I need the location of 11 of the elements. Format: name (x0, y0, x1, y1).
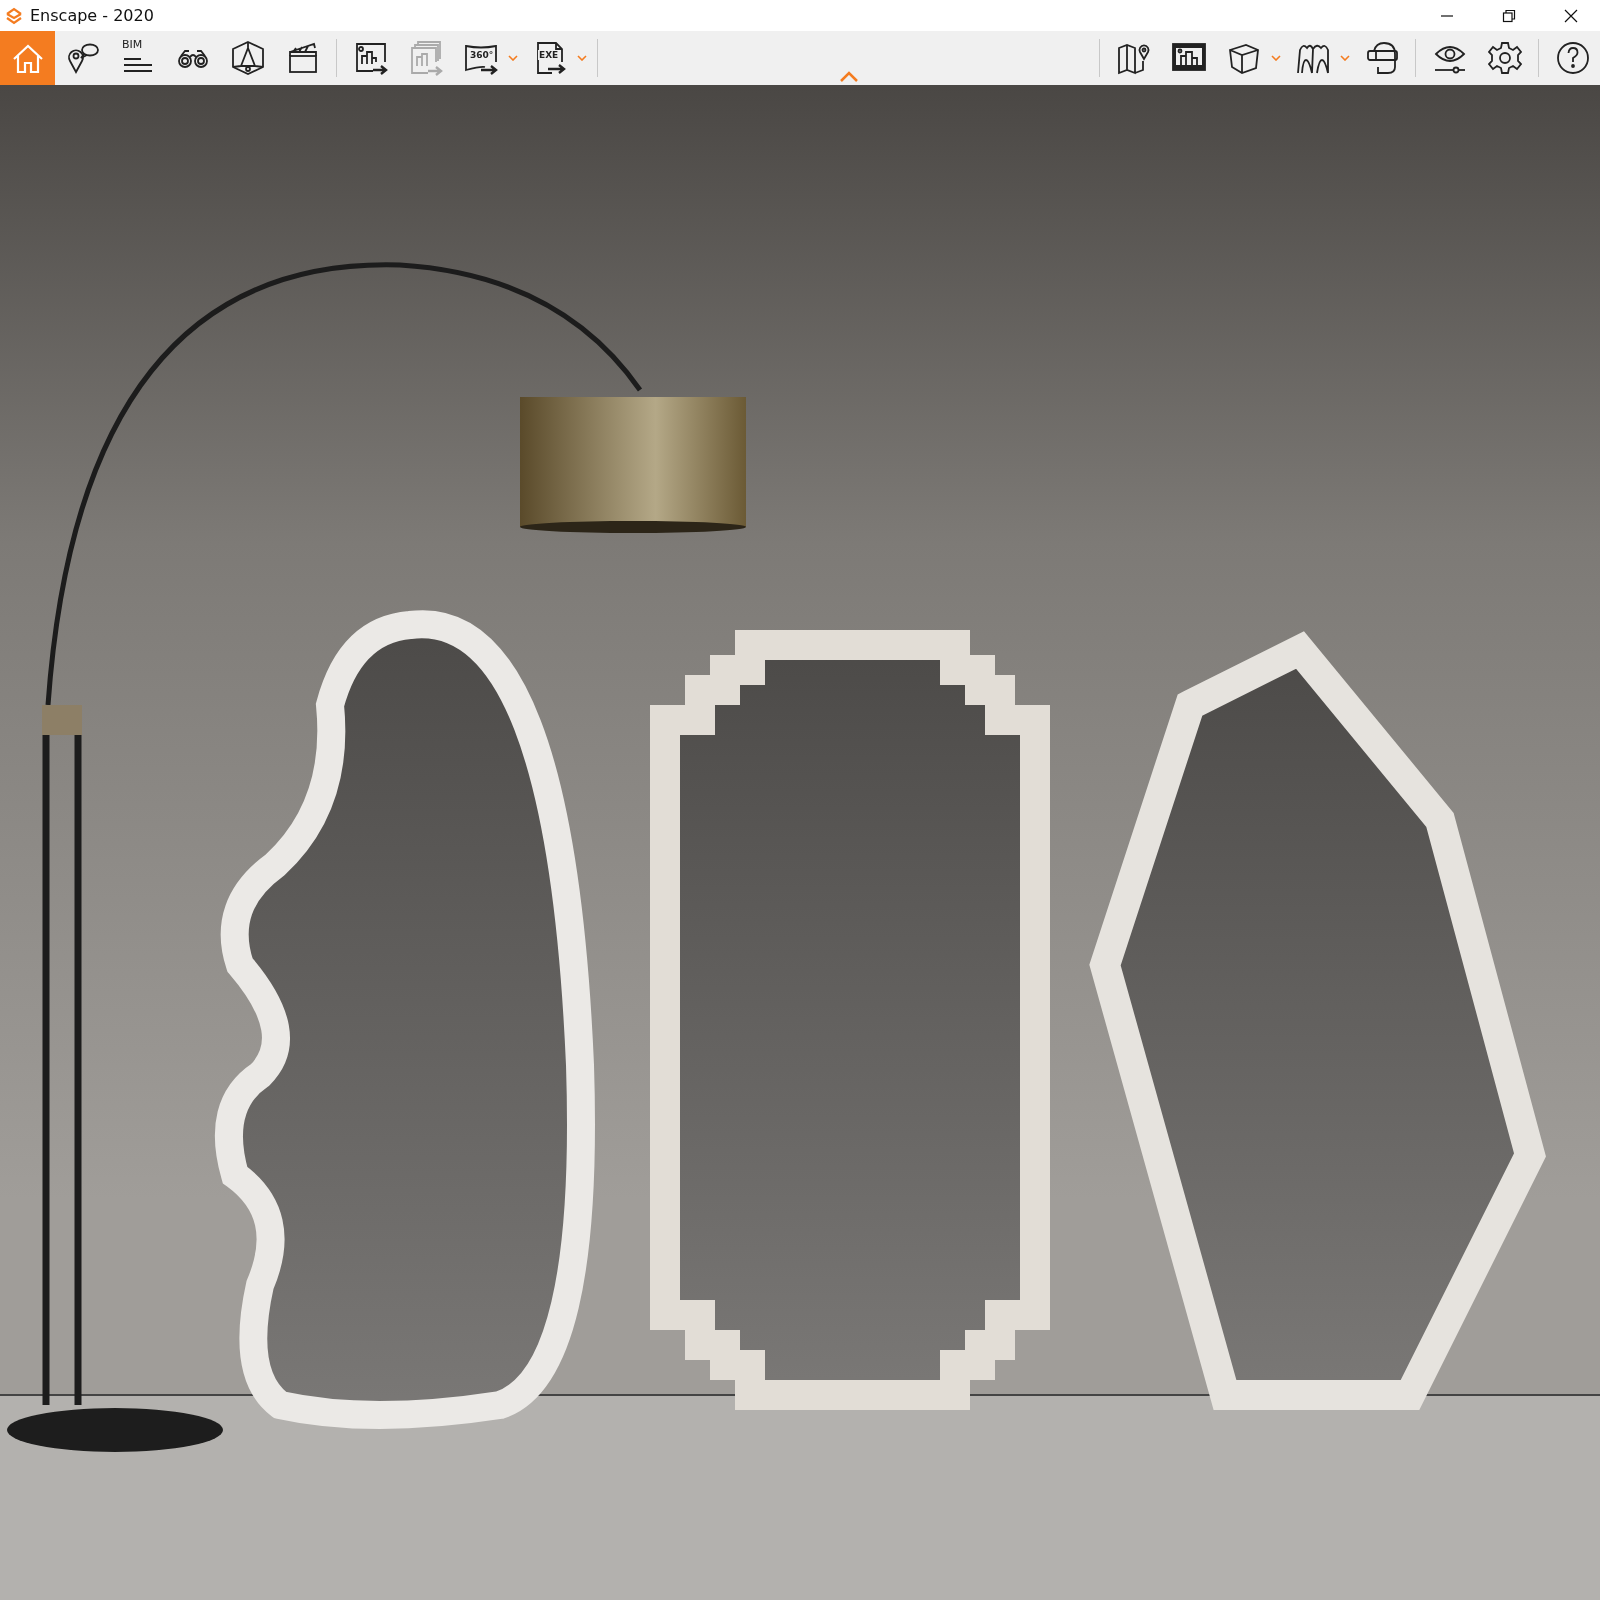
lines-icon (122, 58, 153, 72)
window-title: Enscape - 2020 (30, 6, 154, 25)
triangle-hexagon-icon (229, 40, 266, 76)
bim-button[interactable]: BIM (110, 31, 165, 85)
close-icon[interactable] (1564, 8, 1578, 23)
panorama-button[interactable]: 360° (453, 31, 508, 85)
help-icon (1554, 40, 1591, 76)
restore-icon[interactable] (1502, 8, 1516, 23)
settings-icon (1486, 40, 1523, 76)
app-logo-icon (4, 5, 24, 26)
export-exe-button[interactable]: EXE (522, 31, 577, 85)
